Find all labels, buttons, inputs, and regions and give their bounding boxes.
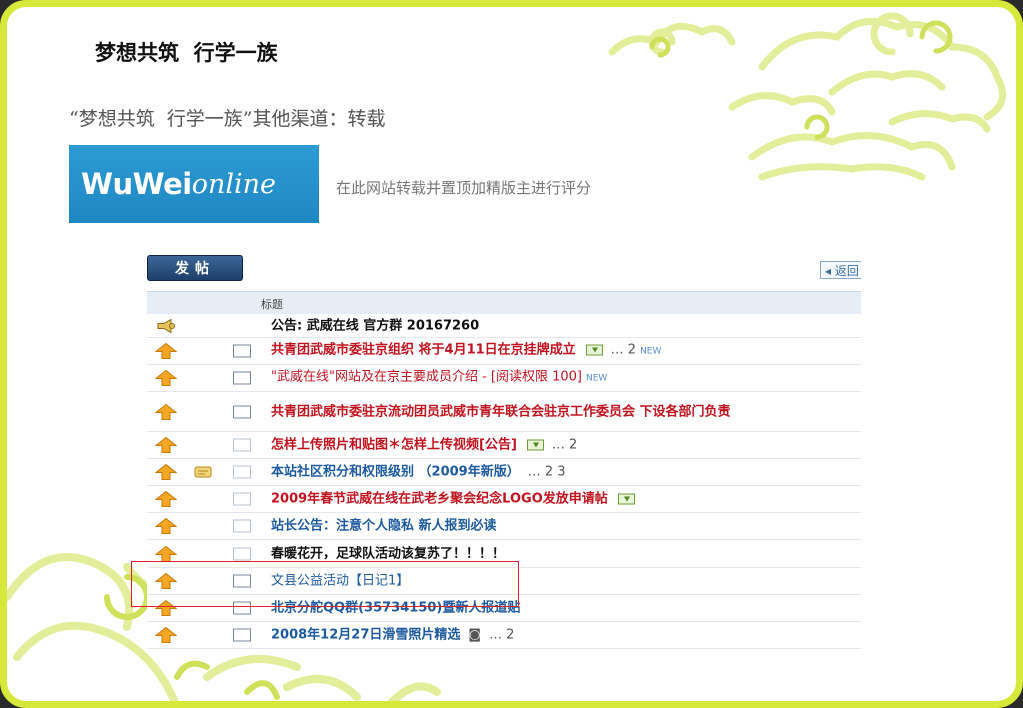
page-links[interactable]: … 2	[611, 343, 636, 358]
thread-title: 2008年12月27日滑雪照片精选	[271, 627, 461, 643]
thread-title: 站长公告：注意个人隐私 新人报到必读	[271, 518, 497, 534]
thread-title: 2009年春节武威在线在武老乡聚会纪念LOGO发放申请帖	[271, 491, 608, 507]
table-row[interactable]: 站长公告：注意个人隐私 新人报到必读	[147, 513, 861, 540]
thread-status-icon	[233, 438, 251, 452]
thread-title: 本站社区积分和权限级别 （2009年新版）	[271, 464, 520, 480]
thread-title: "武威在线"网站及在京主要成员介绍 - [阅读权限 100]	[271, 369, 583, 385]
attachment-icon	[585, 344, 603, 356]
slide-title: 梦想共筑 行学一族	[95, 41, 278, 65]
table-row[interactable]: 本站社区积分和权限级别 （2009年新版） … 2 3	[147, 459, 861, 486]
thread-title-link[interactable]: 共青团武威市委驻京组织 将于4月11日在京挂牌成立 … 2 NEW	[271, 342, 661, 361]
pinned-arrow-icon	[155, 626, 177, 643]
slide-subtitle: “梦想共筑 行学一族”其他渠道：转载	[69, 108, 386, 130]
thread-status-icon	[233, 519, 251, 533]
slide: 梦想共筑 行学一族 “梦想共筑 行学一族”其他渠道：转载 WuWei online…	[0, 0, 1023, 708]
pinned-arrow-icon	[155, 403, 177, 420]
header-title-label: 标题	[261, 298, 283, 311]
thread-title-link[interactable]: 北京分舵QQ群(35734150)暨新人报道贴	[271, 600, 520, 617]
scroll-icon	[194, 466, 212, 478]
attachment-icon	[617, 493, 635, 505]
pinned-arrow-icon	[155, 490, 177, 507]
thread-title-link[interactable]: 怎样上传照片和贴图＊怎样上传视频[公告] … 2	[271, 437, 577, 454]
announcement-icon	[157, 318, 175, 333]
table-row[interactable]: 怎样上传照片和贴图＊怎样上传视频[公告] … 2	[147, 432, 861, 459]
pinned-arrow-icon	[155, 572, 177, 589]
thread-title-link[interactable]: 2008年12月27日滑雪照片精选 ◙ … 2	[271, 627, 514, 644]
table-row[interactable]: 共青团武威市委驻京组织 将于4月11日在京挂牌成立 … 2 NEW	[147, 338, 861, 365]
thread-title: 共青团武威市委驻京流动团员武威市青年联合会驻京工作委员会 下设各部门负责	[271, 404, 731, 419]
table-row[interactable]: 2009年春节武威在线在武老乡聚会纪念LOGO发放申请帖	[147, 486, 861, 513]
thread-title: 春暖花开，足球队活动该复苏了！！！！	[271, 546, 506, 561]
thread-status-icon	[233, 405, 251, 418]
attachment-icon	[526, 439, 544, 451]
logo-caption: 在此网站转载并置顶加精版主进行评分	[336, 179, 592, 197]
new-badge: NEW	[586, 373, 608, 384]
logo-text-wuwei: WuWei	[81, 167, 192, 201]
table-row[interactable]: 北京分舵QQ群(35734150)暨新人报道贴	[147, 595, 861, 622]
thread-title-link[interactable]: 文县公益活动【日记1】	[271, 573, 409, 590]
pinned-arrow-icon	[155, 436, 177, 453]
thread-status-icon	[233, 465, 251, 479]
forum-screenshot: 发帖 ◂ 返回 标题 公告: 武威在线 官方群 20167260 共青团武威市委驻…	[143, 252, 861, 652]
image-icon: ◙	[468, 627, 481, 643]
pinned-arrow-icon	[155, 463, 177, 480]
table-row[interactable]: 共青团武威市委驻京流动团员武威市青年联合会驻京工作委员会 下设各部门负责	[147, 392, 861, 432]
thread-status-icon	[233, 628, 251, 642]
pinned-arrow-icon	[155, 342, 177, 359]
pinned-arrow-icon	[155, 517, 177, 534]
logo-text-online: online	[191, 168, 276, 200]
cloud-decoration-icon	[608, 12, 1007, 181]
thread-title: 怎样上传照片和贴图＊怎样上传视频[公告]	[271, 437, 517, 453]
table-row[interactable]: 公告: 武威在线 官方群 20167260	[147, 314, 861, 338]
pinned-arrow-icon	[155, 369, 177, 386]
thread-title-link[interactable]: "武威在线"网站及在京主要成员介绍 - [阅读权限 100] NEW	[271, 369, 607, 388]
thread-title-link[interactable]: 站长公告：注意个人隐私 新人报到必读	[271, 518, 497, 535]
table-header: 标题	[147, 291, 861, 314]
table-row[interactable]: "武威在线"网站及在京主要成员介绍 - [阅读权限 100] NEW	[147, 365, 861, 392]
pinned-arrow-icon	[155, 545, 177, 562]
thread-title: 文县公益活动【日记1】	[271, 573, 410, 589]
new-badge: NEW	[640, 346, 662, 357]
new-post-button[interactable]: 发帖	[147, 255, 243, 281]
table-row[interactable]: 春暖花开，足球队活动该复苏了！！！！	[147, 540, 861, 568]
wuwei-online-logo: WuWei online	[69, 145, 319, 223]
thread-title: 共青团武威市委驻京组织 将于4月11日在京挂牌成立	[271, 342, 576, 358]
thread-status-icon	[233, 547, 251, 560]
page-links[interactable]: … 2 3	[528, 465, 566, 480]
thread-status-icon	[233, 601, 251, 615]
table-row[interactable]: 2008年12月27日滑雪照片精选 ◙ … 2	[147, 622, 861, 649]
thread-status-icon	[233, 371, 251, 385]
thread-title-link[interactable]: 本站社区积分和权限级别 （2009年新版） … 2 3	[271, 464, 566, 481]
page-links[interactable]: … 2	[489, 628, 514, 643]
back-button[interactable]: ◂ 返回	[820, 261, 861, 279]
page-links[interactable]: … 2	[552, 438, 577, 453]
thread-status-icon	[233, 574, 251, 588]
thread-title-link[interactable]: 2009年春节武威在线在武老乡聚会纪念LOGO发放申请帖	[271, 491, 635, 508]
thread-title: 北京分舵QQ群(35734150)暨新人报道贴	[271, 600, 521, 616]
thread-status-icon	[233, 492, 251, 506]
thread-title-link[interactable]: 公告: 武威在线 官方群 20167260	[271, 317, 479, 334]
thread-title-link[interactable]: 春暖花开，足球队活动该复苏了！！！！	[271, 545, 505, 562]
pinned-arrow-icon	[155, 599, 177, 616]
thread-status-icon	[233, 344, 251, 358]
thread-title-link[interactable]: 共青团武威市委驻京流动团员武威市青年联合会驻京工作委员会 下设各部门负责	[271, 403, 861, 420]
table-row[interactable]: 文县公益活动【日记1】	[147, 568, 861, 595]
thread-title: 公告: 武威在线 官方群 20167260	[271, 318, 480, 333]
